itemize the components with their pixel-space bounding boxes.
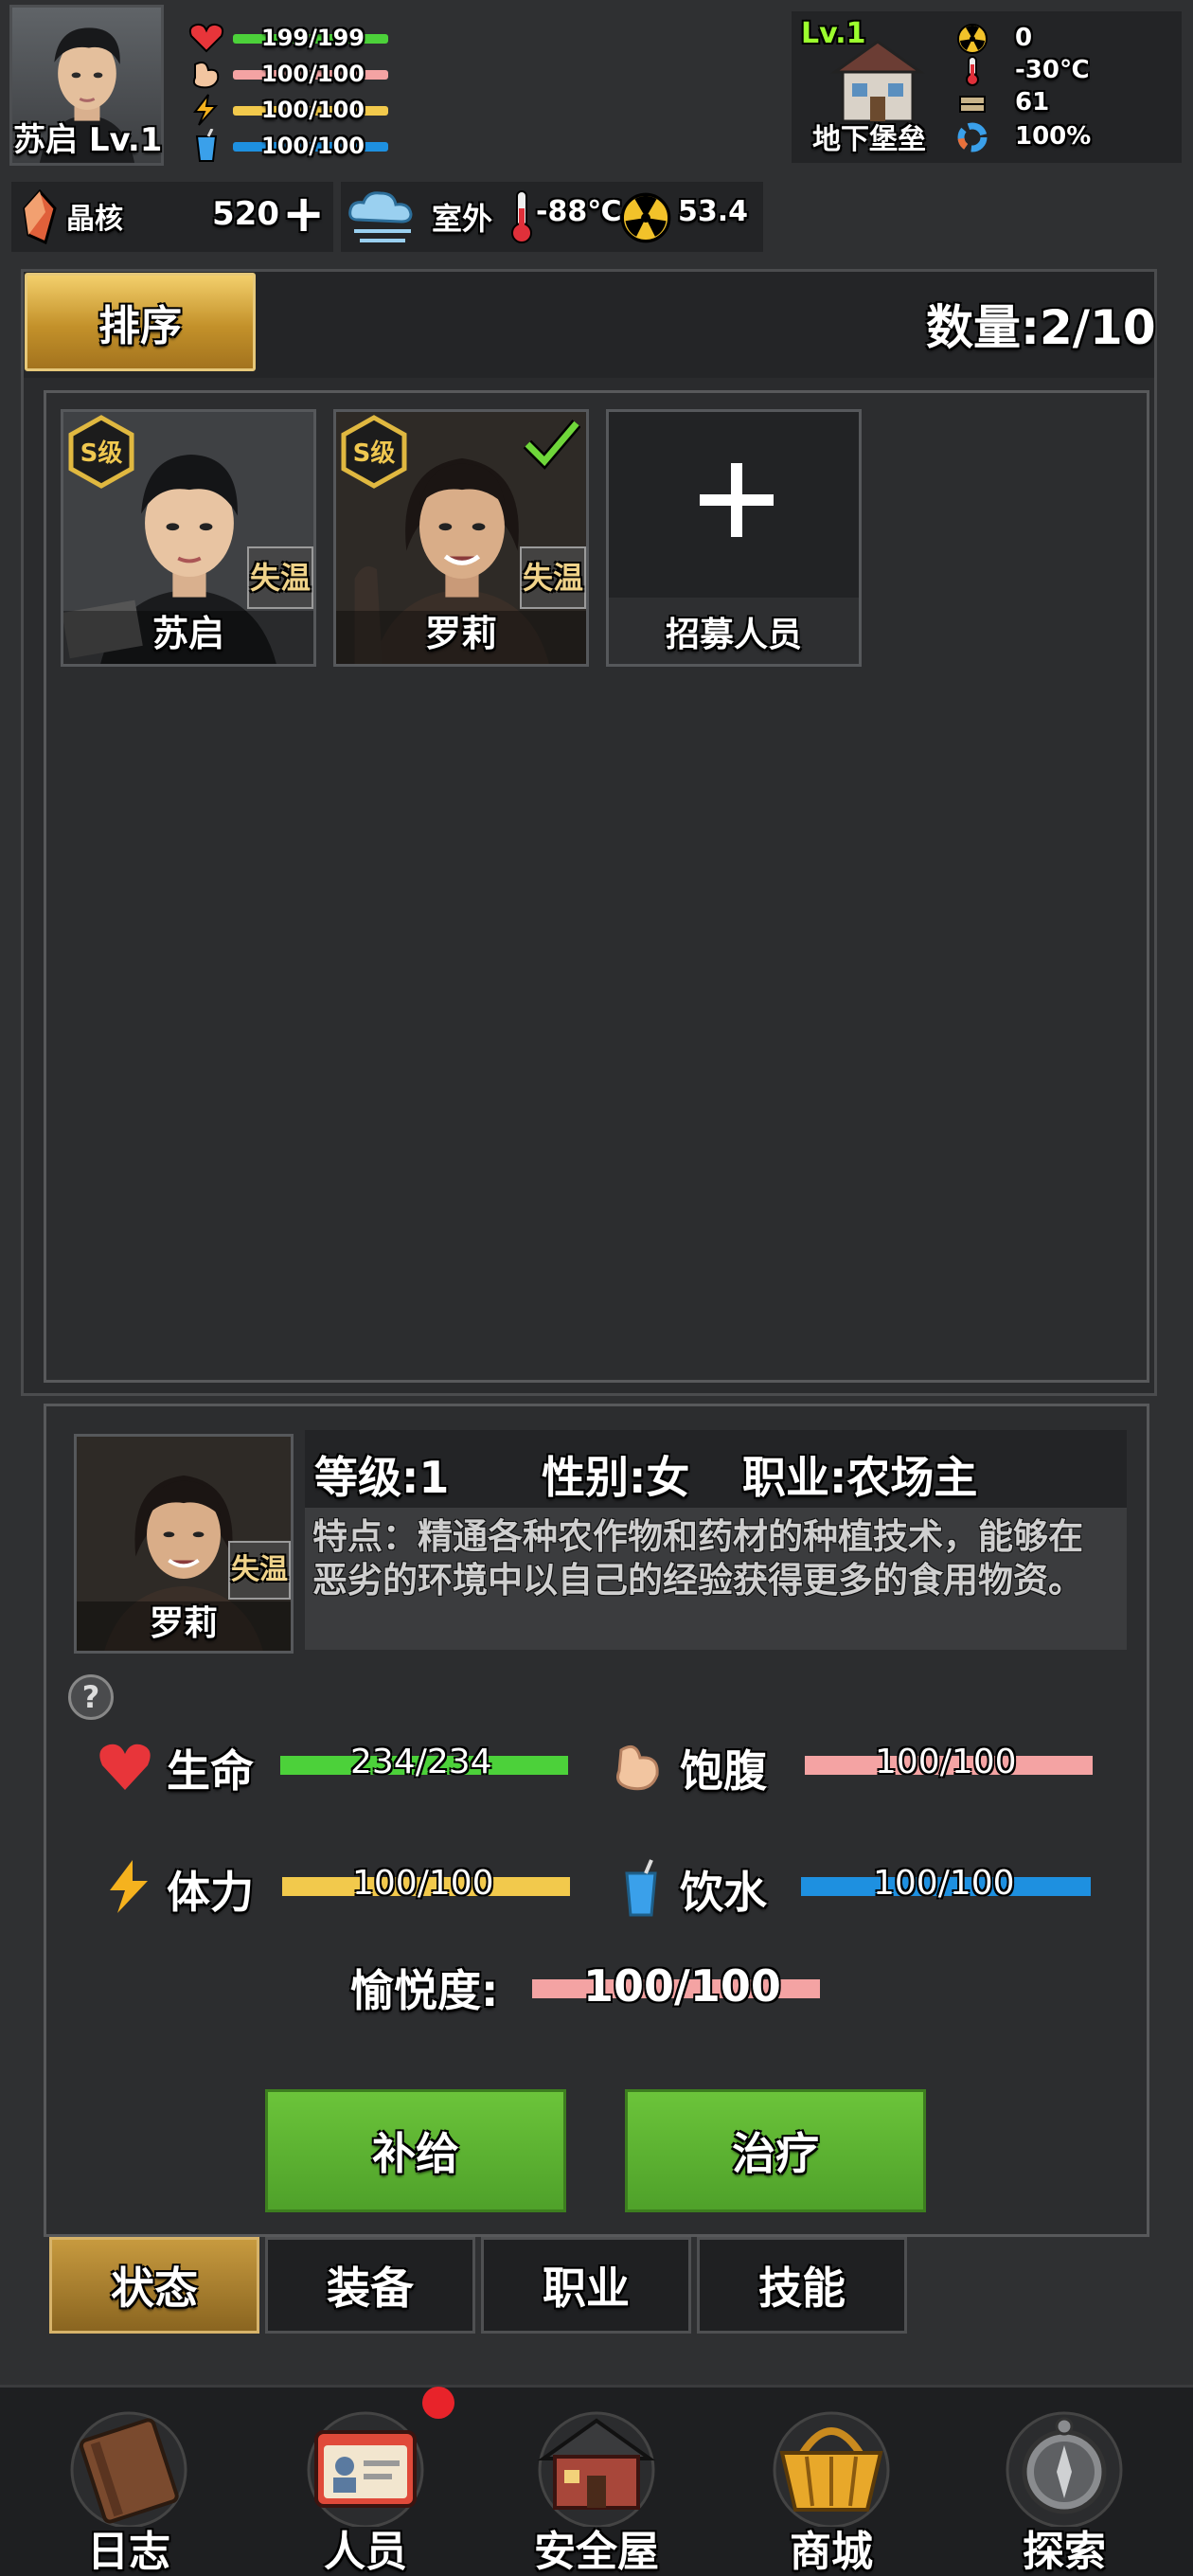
player-health-stat: 199/199 xyxy=(187,21,405,55)
stomach-icon xyxy=(616,1744,659,1791)
nav-explore[interactable]: 探索 xyxy=(970,2394,1159,2576)
water-value: 100/100 xyxy=(873,1864,1015,1903)
radiation-icon xyxy=(957,24,988,54)
lightning-icon xyxy=(110,1860,148,1913)
water-cup-icon xyxy=(195,129,218,162)
tab-profession[interactable]: 职业 xyxy=(481,2237,691,2334)
journal-icon xyxy=(70,2411,187,2527)
tab-equipment[interactable]: 装备 xyxy=(265,2237,475,2334)
plus-icon xyxy=(700,463,774,537)
happiness-value: 100/100 xyxy=(583,1960,781,2012)
satiety-value: 100/100 xyxy=(875,1743,1017,1781)
detail-name: 罗莉 xyxy=(149,1604,218,1643)
crystal-icon xyxy=(23,189,57,244)
selected-check-icon xyxy=(523,420,580,470)
s-rank-badge-icon: S级 xyxy=(341,415,407,489)
happiness-label: 愉悦度: xyxy=(350,1965,499,2016)
sort-button[interactable]: 排序 xyxy=(25,273,256,371)
notification-dot xyxy=(422,2387,454,2419)
add-crystal-button[interactable]: + xyxy=(282,186,325,242)
house-icon xyxy=(537,2411,656,2527)
detail-description: 特点：精通各种农作物和药材的种植技术，能够在恶劣的环境中以自己的经验获得更多的食… xyxy=(312,1516,1083,1601)
compass-icon xyxy=(1006,2411,1123,2527)
player-water-stat: 100/100 xyxy=(187,129,405,163)
heart-icon xyxy=(188,23,224,53)
recruit-label: 招募人员 xyxy=(665,616,802,654)
lightning-icon xyxy=(192,94,219,126)
member-name: 苏启 xyxy=(151,613,224,654)
heal-button[interactable]: 治疗 xyxy=(625,2089,926,2212)
cloud-wind-icon xyxy=(348,191,413,242)
detail-gender: 性别:女 xyxy=(542,1452,690,1503)
health-label: 生命 xyxy=(167,1745,254,1797)
stomach-icon xyxy=(192,62,220,89)
satiety-label: 饱腹 xyxy=(680,1745,767,1797)
stamina-value: 100/100 xyxy=(352,1864,494,1903)
nav-personnel[interactable]: 人员 xyxy=(271,2394,460,2576)
shelter-level: Lv.1 xyxy=(801,17,866,50)
crystal-value: 520 xyxy=(212,195,279,233)
heart-icon xyxy=(99,1744,151,1790)
member-name: 罗莉 xyxy=(424,613,497,654)
outdoor-thermometer-icon xyxy=(511,190,532,243)
nav-safehouse[interactable]: 安全屋 xyxy=(502,2394,691,2576)
player-name-level: 苏启 Lv.1 xyxy=(13,121,163,159)
outdoor-temperature: -88℃ xyxy=(536,195,622,228)
detail-job: 职业:农场主 xyxy=(742,1452,978,1503)
outdoor-radiation-icon xyxy=(620,192,671,243)
player-satiety-stat: 100/100 xyxy=(187,57,405,91)
s-rank-badge-icon: S级 xyxy=(68,415,134,489)
durability-ring-icon xyxy=(957,122,988,152)
water-label: 饮水 xyxy=(680,1867,767,1918)
tab-status[interactable]: 状态 xyxy=(49,2237,259,2334)
detail-portrait: 失温 罗莉 xyxy=(74,1434,294,1654)
svg-text:S级: S级 xyxy=(353,438,396,468)
player-stamina-stat: 100/100 xyxy=(187,93,405,127)
recruit-member-button[interactable]: 招募人员 xyxy=(606,409,862,667)
basket-icon xyxy=(773,2411,890,2527)
shelter-name: 地下堡垒 xyxy=(812,123,926,156)
crystal-label: 晶核 xyxy=(66,203,123,236)
thermometer-icon xyxy=(966,56,979,86)
member-card-suqi[interactable]: S级 失温 苏启 xyxy=(61,409,316,667)
stamina-label: 体力 xyxy=(167,1867,254,1918)
member-card-luoli[interactable]: S级 失温 罗莉 xyxy=(333,409,589,667)
detail-level: 等级:1 xyxy=(314,1452,450,1503)
nav-journal[interactable]: 日志 xyxy=(34,2394,223,2576)
nav-shop[interactable]: 商城 xyxy=(737,2394,926,2576)
help-icon[interactable]: ? xyxy=(68,1674,114,1720)
trait-badge: 失温 xyxy=(247,546,313,609)
supplies-icon xyxy=(959,96,986,113)
water-cup-icon xyxy=(625,1859,657,1917)
member-count: 数量:2/10 xyxy=(926,300,1156,355)
trait-badge: 失温 xyxy=(228,1541,291,1600)
trait-badge: 失温 xyxy=(520,546,586,609)
svg-text:S级: S级 xyxy=(80,438,123,468)
outdoor-radiation: 53.4 xyxy=(678,195,749,228)
supply-button[interactable]: 补给 xyxy=(265,2089,566,2212)
tab-skills[interactable]: 技能 xyxy=(697,2237,907,2334)
health-value: 234/234 xyxy=(350,1743,492,1781)
id-card-icon xyxy=(307,2411,424,2527)
outdoor-label: 室外 xyxy=(432,201,493,237)
